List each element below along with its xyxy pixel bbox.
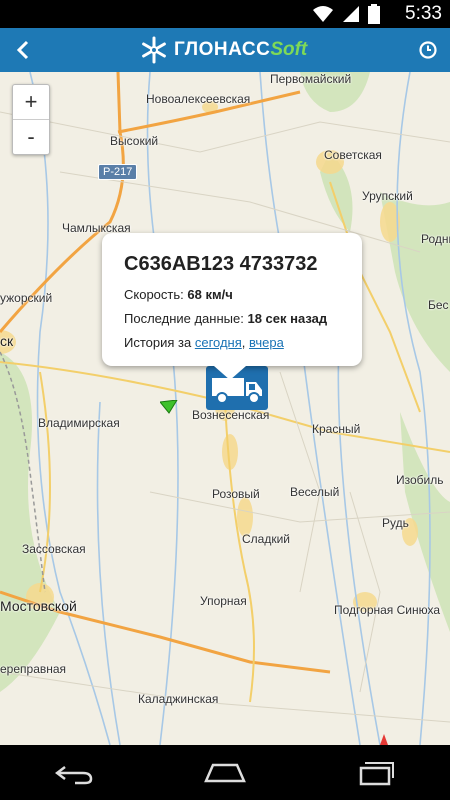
history-label: История за <box>124 335 192 350</box>
status-clock: 5:33 <box>405 3 442 24</box>
last-data-value: 18 сек назад <box>247 311 328 326</box>
zoom-out-button[interactable]: - <box>13 120 49 154</box>
home-nav-icon <box>204 763 246 782</box>
speed-row: Скорость: 68 км/ч <box>124 287 233 302</box>
history-yesterday-link[interactable]: вчера <box>249 335 284 350</box>
place-label: Подгорная Синюха <box>334 603 441 617</box>
recents-nav-icon <box>359 761 394 785</box>
logo-text-accent: Soft <box>270 39 308 60</box>
history-row: История за сегодня, вчера <box>124 335 284 350</box>
history-button[interactable] <box>416 38 440 62</box>
speed-label: Скорость: <box>124 287 184 302</box>
place-label: ереправная <box>0 662 67 676</box>
nav-home-button[interactable] <box>195 753 255 793</box>
zoom-in-button[interactable]: + <box>13 85 49 120</box>
place-label: ск <box>0 333 14 349</box>
vehicle-title: С636АВ123 4733732 <box>124 253 318 275</box>
nav-recents-button[interactable] <box>345 753 405 793</box>
chevron-left-icon <box>16 40 29 60</box>
place-label: Изобиль <box>396 473 444 487</box>
place-label: Владимирская <box>38 416 120 430</box>
place-label: Вознесенская <box>192 408 270 422</box>
vehicle-info-popup: С636АВ123 4733732 Скорость: 68 км/ч Посл… <box>102 233 362 380</box>
popup-tail <box>214 366 246 380</box>
place-label: Рудь <box>382 516 409 530</box>
place-label: Новоалексеевская <box>146 92 251 106</box>
nav-back-button[interactable] <box>45 753 105 793</box>
place-label: Розовый <box>212 487 260 501</box>
wifi-icon <box>313 6 333 22</box>
back-nav-icon <box>55 765 93 784</box>
place-label: Урупский <box>362 189 413 203</box>
history-separator: , <box>241 335 246 350</box>
app-logo: ГЛОНАСС Soft <box>140 36 307 64</box>
zoom-control: + - <box>12 84 50 155</box>
status-icons <box>312 4 380 24</box>
battery-icon <box>368 4 380 24</box>
place-label: Каладжинская <box>138 692 219 706</box>
place-label: Веселый <box>290 485 340 499</box>
logo-text-main: ГЛОНАСС <box>174 39 271 60</box>
place-label: Бес <box>428 298 449 312</box>
place-label: Высокий <box>110 134 159 148</box>
place-label: Первомайский <box>270 72 352 86</box>
app-bar: ГЛОНАСС Soft <box>0 28 450 72</box>
history-today-link[interactable]: сегодня <box>195 335 242 350</box>
place-label: Советская <box>324 148 382 162</box>
system-nav-bar <box>0 745 450 800</box>
direction-arrow-icon <box>160 400 178 414</box>
last-data-row: Последние данные: 18 сек назад <box>124 311 327 326</box>
clock-icon <box>419 41 437 59</box>
place-label: ужорский <box>0 291 53 305</box>
snowflake-logo-icon <box>142 36 166 64</box>
place-label: Мостовской <box>0 598 77 614</box>
speed-value: 68 км/ч <box>187 287 233 302</box>
map-view[interactable]: + - Р-217 Первомайский Новоалексеевская … <box>0 72 450 745</box>
place-label: Родни <box>421 232 450 246</box>
place-label: Сладкий <box>242 532 290 546</box>
status-bar: 5:33 <box>0 0 450 28</box>
road-shield: Р-217 <box>98 164 138 180</box>
place-label: Зассовская <box>22 542 86 556</box>
signal-icon <box>343 6 359 22</box>
back-button[interactable] <box>8 34 38 66</box>
last-data-label: Последние данные: <box>124 311 244 326</box>
place-label: Красный <box>312 422 361 436</box>
place-label: Упорная <box>200 594 247 608</box>
